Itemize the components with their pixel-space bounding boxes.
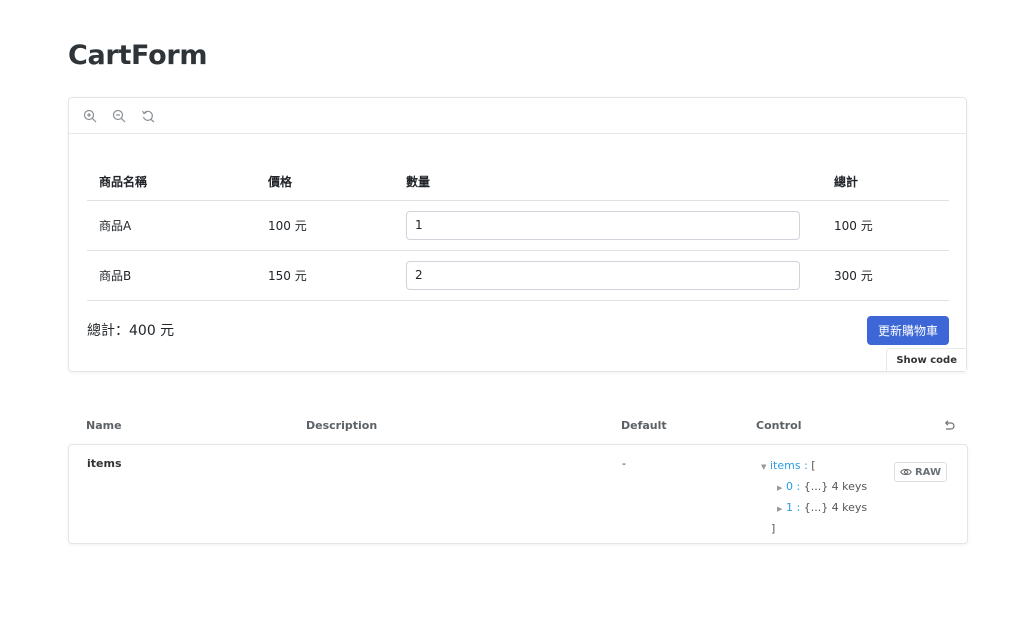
expand-icon[interactable]: ▶ [777, 478, 786, 498]
tree-key: items [770, 459, 801, 472]
product-price: 100 元 [256, 200, 394, 251]
cart-footer: 總計：400 元 更新購物車 [87, 315, 949, 345]
header-price: 價格 [256, 164, 394, 201]
tree-index: 0 [786, 480, 793, 493]
update-cart-button[interactable]: 更新購物車 [866, 315, 949, 345]
args-table-row: items - ▼ items : [ ▶ 0 : {...} 4 keys ▶ 1 … [68, 444, 968, 544]
header-name: Name [86, 419, 122, 432]
tree-index: 1 [786, 501, 793, 514]
zoom-out-icon[interactable] [110, 107, 128, 125]
quantity-input[interactable] [406, 210, 800, 240]
cart-table: 商品名稱 價格 數量 總計 商品A 100 元 100 元 商品B 150 元 [87, 164, 949, 301]
header-control: Control [756, 419, 802, 432]
product-name: 商品B [87, 250, 256, 301]
tree-close: ] [771, 522, 776, 535]
json-tree-control[interactable]: ▼ items : [ ▶ 0 : {...} 4 keys ▶ 1 : {...} … [761, 456, 867, 539]
raw-button[interactable]: RAW [893, 462, 947, 482]
arg-name: items [87, 457, 122, 470]
header-total: 總計 [822, 164, 949, 201]
header-product-name: 商品名稱 [87, 164, 256, 201]
row-total: 100 元 [822, 200, 949, 251]
tree-item[interactable]: ▶ 0 : {...} 4 keys [761, 477, 867, 498]
zoom-in-icon[interactable] [81, 107, 99, 125]
preview-toolbar [69, 98, 966, 134]
tree-value: {...} 4 keys [803, 501, 868, 514]
row-total: 300 元 [822, 250, 949, 301]
args-table-header: Name Description Default Control [68, 414, 968, 444]
story-preview-panel: 商品名稱 價格 數量 總計 商品A 100 元 100 元 商品B 150 元 [68, 97, 967, 372]
arg-default: - [622, 457, 626, 470]
expand-icon[interactable]: ▶ [777, 499, 786, 519]
table-row: 商品A 100 元 100 元 [87, 200, 949, 251]
cart-form: 商品名稱 價格 數量 總計 商品A 100 元 100 元 商品B 150 元 [87, 164, 949, 345]
tree-value: {...} 4 keys [803, 480, 868, 493]
raw-label: RAW [914, 466, 941, 478]
table-row: 商品B 150 元 300 元 [87, 250, 949, 301]
header-default: Default [621, 419, 667, 432]
quantity-input[interactable] [406, 260, 800, 290]
collapse-icon[interactable]: ▼ [761, 457, 770, 477]
eye-icon [900, 468, 912, 476]
tree-separator: : [793, 480, 804, 493]
tree-item[interactable]: ▶ 1 : {...} 4 keys [761, 498, 867, 519]
header-quantity: 數量 [394, 164, 822, 201]
reset-zoom-icon[interactable] [139, 107, 157, 125]
page-title: CartForm [68, 40, 208, 71]
tree-open: [ [811, 459, 816, 472]
tree-separator: : [800, 459, 812, 472]
cart-header-row: 商品名稱 價格 數量 總計 [87, 164, 949, 201]
undo-icon[interactable] [942, 419, 956, 433]
product-price: 150 元 [256, 250, 394, 301]
header-description: Description [306, 419, 378, 432]
tree-separator: : [793, 501, 804, 514]
show-code-button[interactable]: Show code [886, 348, 966, 371]
args-table: Name Description Default Control items -… [68, 414, 968, 544]
product-name: 商品A [87, 200, 256, 251]
tree-root[interactable]: ▼ items : [ [761, 456, 867, 477]
grand-total: 總計：400 元 [87, 323, 175, 339]
